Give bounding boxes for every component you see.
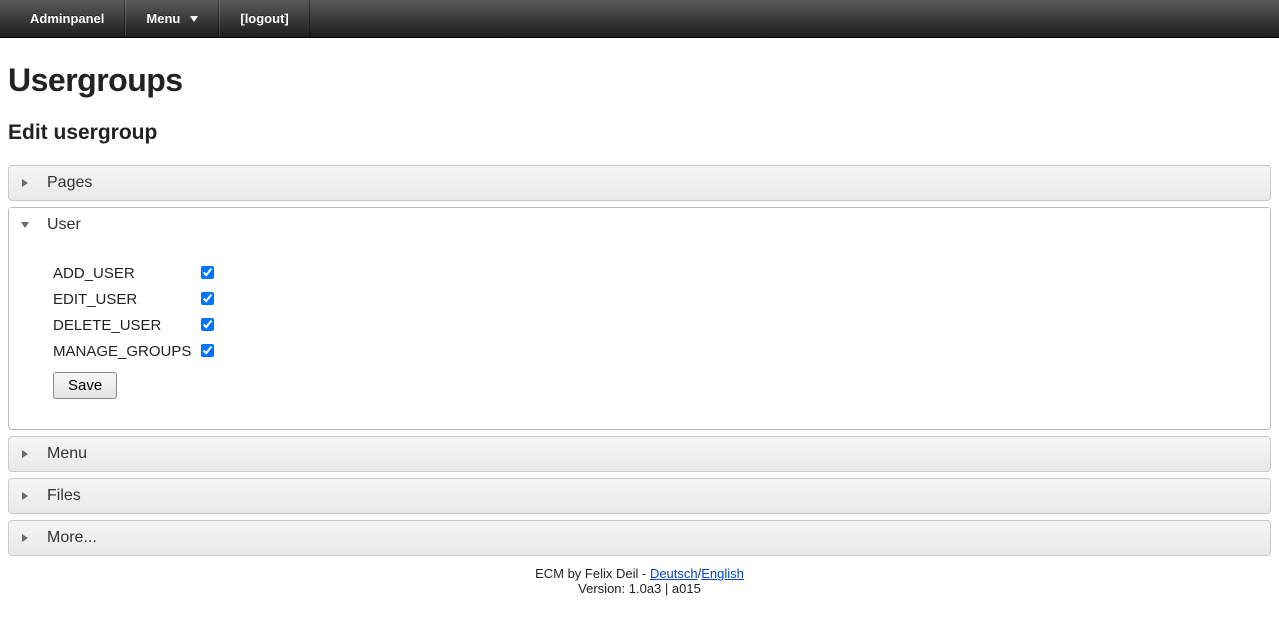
accordion-user: User ADD_USER EDIT_USER DELETE_USER MANA…	[8, 207, 1271, 430]
accordion-header-files[interactable]: Files	[8, 478, 1271, 514]
accordion-more: More...	[8, 520, 1271, 556]
top-navbar: Adminpanel Menu [logout]	[0, 0, 1279, 38]
accordion-label-more: More...	[47, 529, 97, 547]
permission-row: EDIT_USER	[53, 286, 223, 312]
nav-adminpanel[interactable]: Adminpanel	[10, 0, 125, 37]
page-title: Usergroups	[8, 62, 1271, 99]
accordion-header-user[interactable]: User	[9, 208, 1270, 242]
nav-adminpanel-label: Adminpanel	[30, 11, 104, 26]
accordion-label-files: Files	[47, 487, 81, 505]
footer-version: Version: 1.0a3 | a015	[578, 581, 701, 596]
chevron-down-icon	[21, 222, 29, 228]
nav-menu-label: Menu	[146, 11, 180, 26]
accordion-menu: Menu	[8, 436, 1271, 472]
accordion-header-pages[interactable]: Pages	[8, 165, 1271, 201]
permission-checkbox-edit-user[interactable]	[201, 292, 214, 305]
permission-label: MANAGE_GROUPS	[53, 338, 197, 364]
permission-checkbox-delete-user[interactable]	[201, 318, 214, 331]
accordion-header-menu[interactable]: Menu	[8, 436, 1271, 472]
permission-checkbox-manage-groups[interactable]	[201, 344, 214, 357]
permission-label: EDIT_USER	[53, 286, 197, 312]
save-button[interactable]: Save	[53, 372, 117, 399]
permission-label: ADD_USER	[53, 260, 197, 286]
accordion-label-user: User	[47, 216, 81, 234]
accordion-files: Files	[8, 478, 1271, 514]
content-area: Usergroups Edit usergroup Pages User ADD…	[0, 38, 1279, 616]
accordion-label-menu: Menu	[47, 445, 87, 463]
permission-checkbox-add-user[interactable]	[201, 266, 214, 279]
accordion-pages: Pages	[8, 165, 1271, 201]
chevron-right-icon	[21, 534, 29, 542]
footer: ECM by Felix Deil - Deutsch/English Vers…	[8, 562, 1271, 616]
footer-credit-prefix: ECM by Felix Deil -	[535, 566, 650, 581]
permission-row: ADD_USER	[53, 260, 223, 286]
chevron-down-icon	[190, 16, 198, 22]
accordion-header-more[interactable]: More...	[8, 520, 1271, 556]
chevron-right-icon	[21, 492, 29, 500]
accordion-body-user: ADD_USER EDIT_USER DELETE_USER MANAGE_GR…	[9, 242, 1270, 429]
footer-lang-de-link[interactable]: Deutsch	[650, 566, 698, 581]
permission-label: DELETE_USER	[53, 312, 197, 338]
chevron-right-icon	[21, 179, 29, 187]
nav-logout-label: [logout]	[240, 11, 288, 26]
accordion-label-pages: Pages	[47, 174, 92, 192]
footer-lang-en-link[interactable]: English	[701, 566, 744, 581]
permissions-table: ADD_USER EDIT_USER DELETE_USER MANAGE_GR…	[53, 260, 223, 364]
page-subtitle: Edit usergroup	[8, 121, 1271, 145]
nav-menu[interactable]: Menu	[125, 0, 219, 37]
permission-row: MANAGE_GROUPS	[53, 338, 223, 364]
permission-row: DELETE_USER	[53, 312, 223, 338]
chevron-right-icon	[21, 450, 29, 458]
nav-logout[interactable]: [logout]	[219, 0, 309, 37]
